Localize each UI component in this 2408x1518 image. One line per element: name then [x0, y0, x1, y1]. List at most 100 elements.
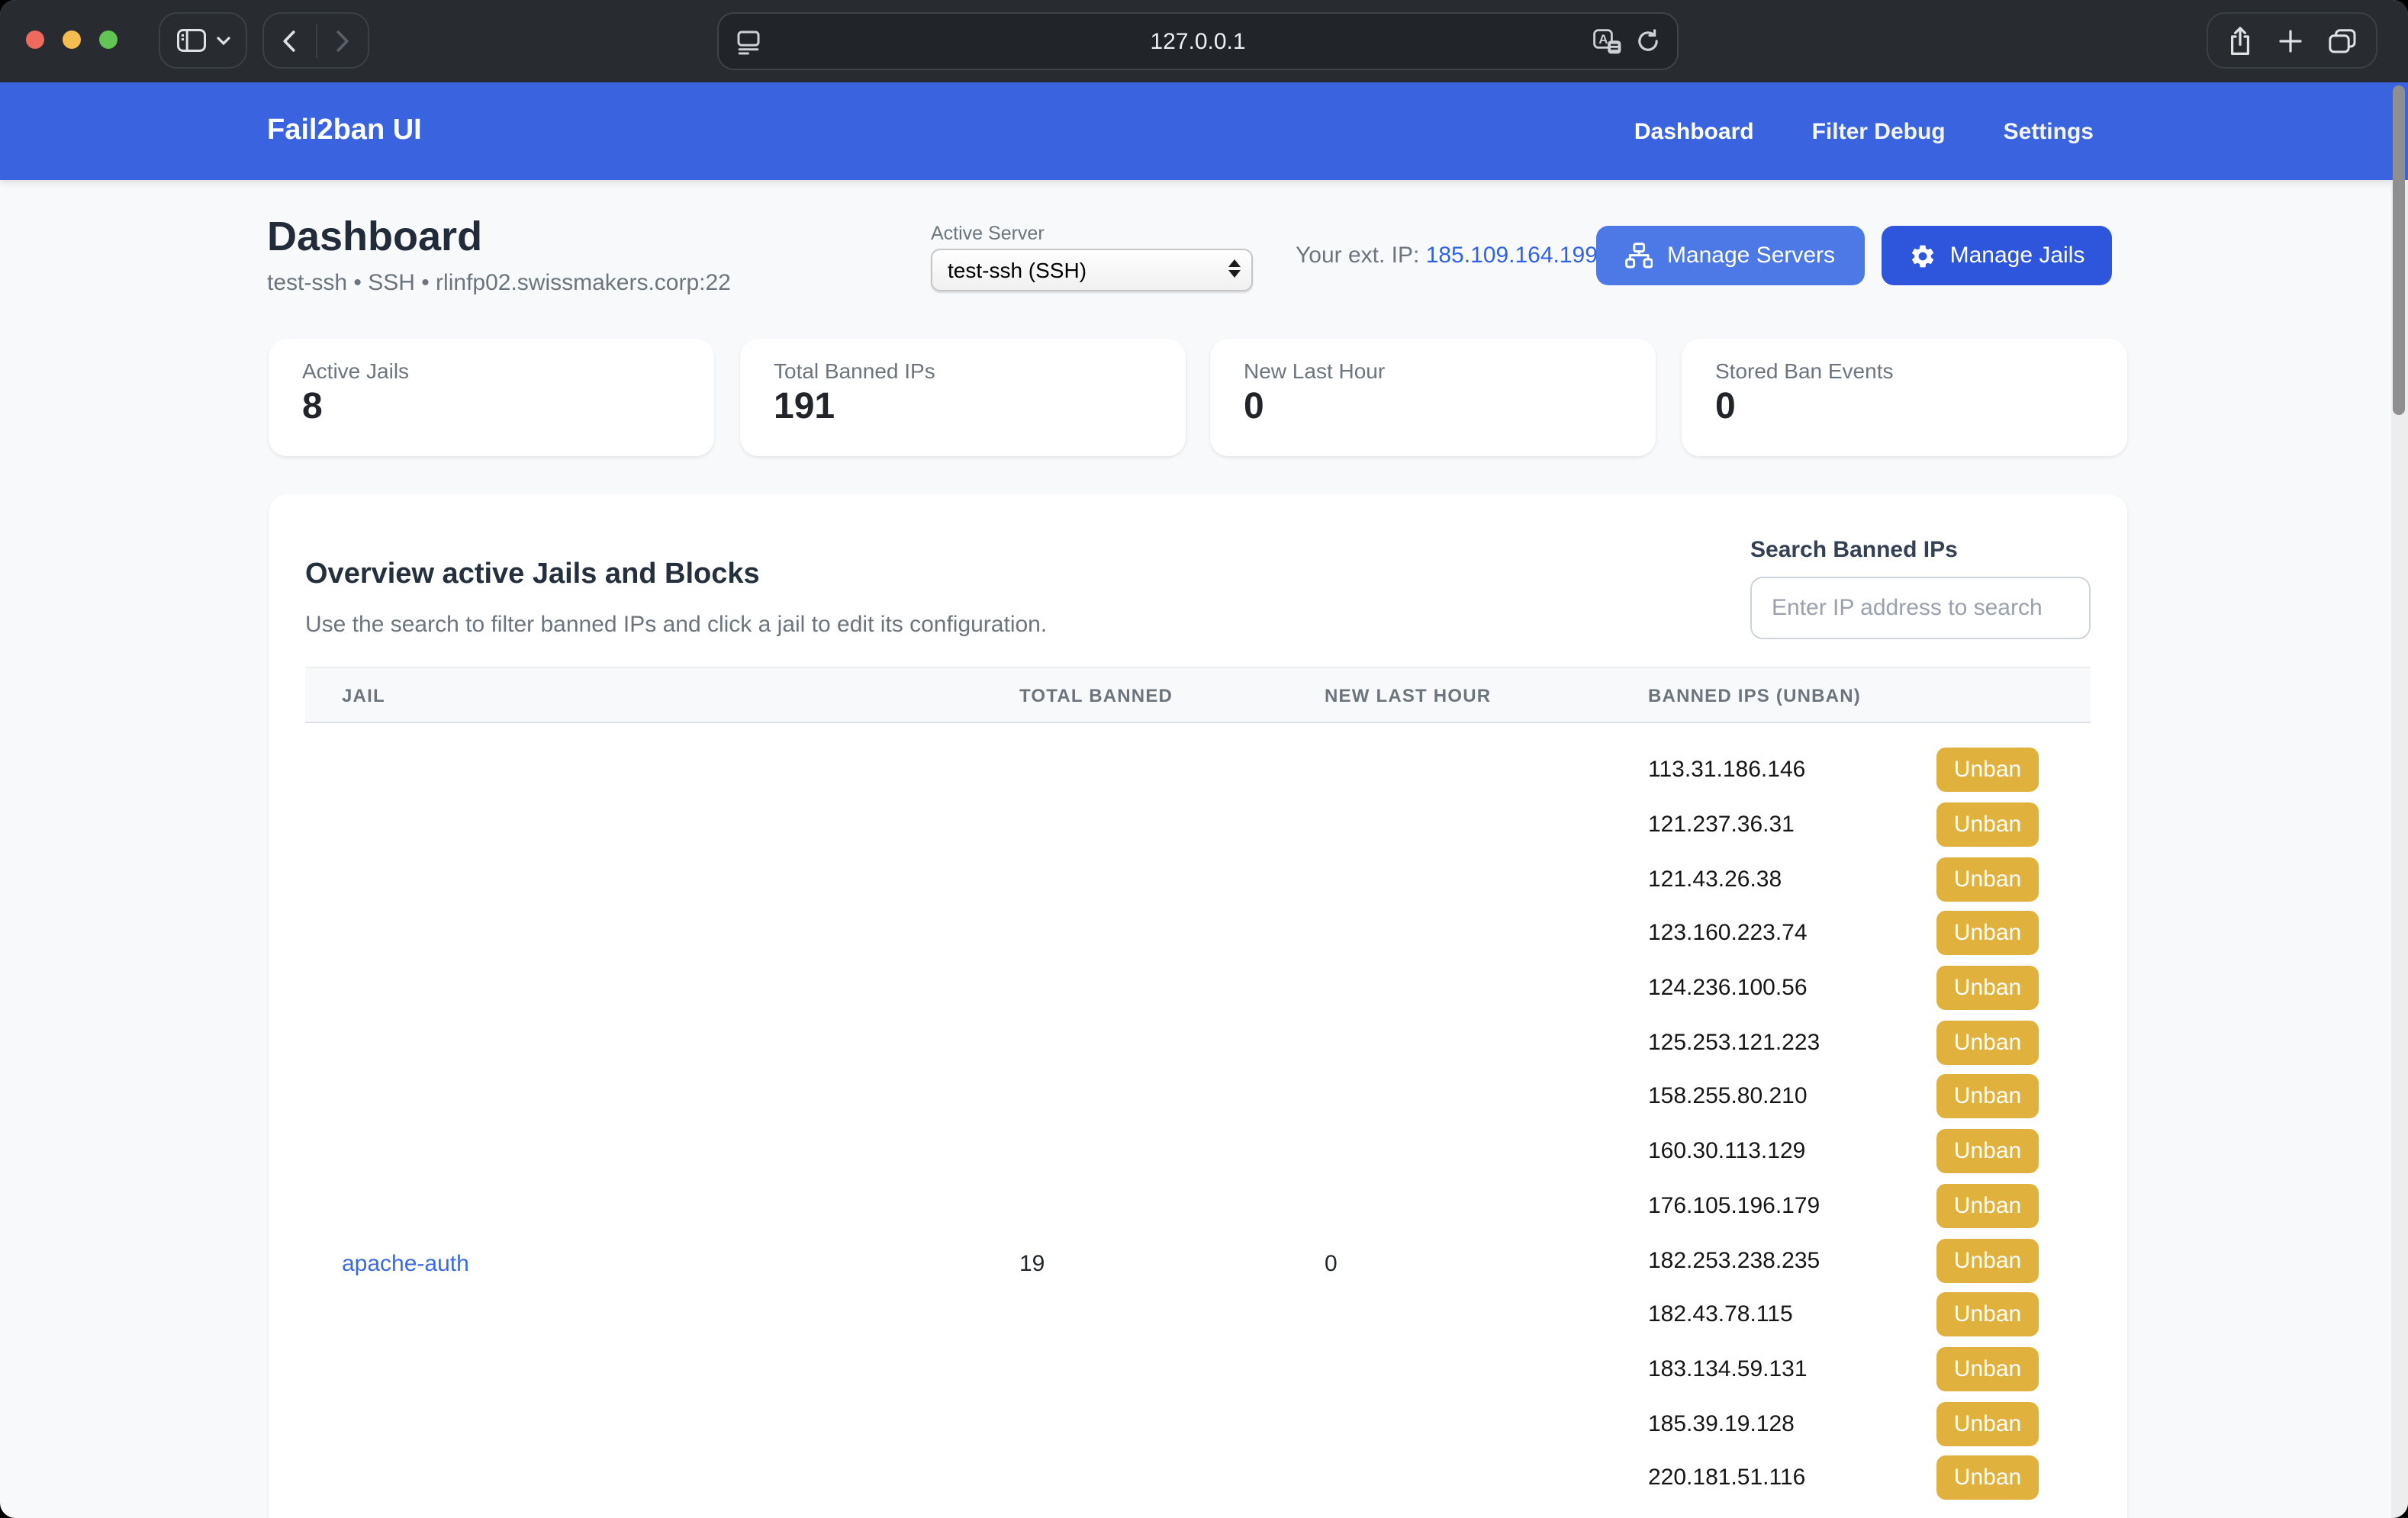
unban-button[interactable]: Unban [1936, 912, 2039, 956]
minimize-window-button[interactable] [63, 31, 81, 49]
banned-ip: 185.39.19.128 [1648, 1410, 1795, 1436]
banned-ip: 182.253.238.235 [1648, 1247, 1820, 1273]
nav-links: Dashboard Filter Debug Settings [1634, 82, 2094, 180]
scrollbar-thumb[interactable] [2393, 85, 2405, 415]
browser-window: 127.0.0.1 A [0, 0, 2408, 1518]
banned-ip: 121.43.26.38 [1648, 866, 1782, 892]
stat-label: Total Banned IPs [774, 359, 1152, 383]
new-tab-icon[interactable] [2278, 28, 2303, 53]
stat-card-active-jails: Active Jails 8 [269, 339, 714, 456]
external-ip: Your ext. IP: 185.109.164.199 [1296, 243, 1598, 269]
unban-button[interactable]: Unban [1936, 1021, 2039, 1065]
banned-ip: 220.181.51.116 [1648, 1465, 1805, 1491]
page-title: Dashboard [267, 214, 482, 261]
unban-button[interactable]: Unban [1936, 1401, 2039, 1446]
manage-servers-button[interactable]: Manage Servers [1596, 226, 1865, 285]
column-header-total-banned: TOTAL BANNED [983, 684, 1288, 706]
stat-label: Stored Ban Events [1715, 359, 2094, 383]
banned-ip-row: 183.134.59.131 Unban [1648, 1342, 2039, 1396]
active-server-select[interactable]: test-ssh (SSH) [931, 249, 1253, 291]
nav-link-filter-debug[interactable]: Filter Debug [1812, 118, 1946, 144]
forward-button[interactable] [317, 14, 368, 67]
external-ip-value[interactable]: 185.109.164.199 [1426, 243, 1598, 269]
banned-ip: 160.30.113.129 [1648, 1138, 1805, 1164]
toolbar-right-group [2207, 12, 2377, 69]
banned-ip: 121.237.36.31 [1648, 812, 1795, 838]
history-nav-group [262, 12, 369, 69]
chevron-down-icon [216, 36, 230, 45]
unban-button[interactable]: Unban [1936, 1347, 2039, 1391]
unban-button[interactable]: Unban [1936, 1184, 2039, 1228]
unban-button[interactable]: Unban [1936, 1292, 2039, 1336]
search-banned-ips-label: Search Banned IPs [1750, 537, 1958, 563]
banned-ip: 158.255.80.210 [1648, 1084, 1808, 1110]
close-window-button[interactable] [26, 31, 44, 49]
banned-ip-row: 182.253.238.235 Unban [1648, 1233, 2039, 1287]
unban-button[interactable]: Unban [1936, 1129, 2039, 1173]
search-input[interactable] [1750, 577, 2091, 639]
unban-button[interactable]: Unban [1936, 748, 2039, 793]
banned-ip: 125.253.121.223 [1648, 1030, 1820, 1056]
unban-button[interactable]: Unban [1936, 966, 2039, 1010]
nav-link-dashboard[interactable]: Dashboard [1634, 118, 1754, 144]
overview-description: Use the search to filter banned IPs and … [305, 612, 1047, 638]
manage-jails-button[interactable]: Manage Jails [1882, 226, 2112, 285]
address-bar[interactable]: 127.0.0.1 A [717, 12, 1679, 70]
brand-title[interactable]: Fail2ban UI [267, 114, 422, 148]
banned-ip-row: 123.160.223.74 Unban [1648, 906, 2039, 960]
url-text: 127.0.0.1 [719, 28, 1677, 54]
gear-icon [1909, 242, 1936, 269]
share-icon[interactable] [2228, 25, 2252, 56]
nav-link-settings[interactable]: Settings [2004, 118, 2094, 144]
banned-ip: 113.31.186.146 [1648, 757, 1805, 783]
new-last-hour-cell: 0 [1288, 1250, 1611, 1276]
table-header-row: JAIL TOTAL BANNED NEW LAST HOUR BANNED I… [305, 667, 2091, 723]
unban-button[interactable]: Unban [1936, 1075, 2039, 1119]
stat-card-total-banned: Total Banned IPs 191 [740, 339, 1186, 456]
banned-ip-row: 176.105.196.179 Unban [1648, 1179, 2039, 1233]
active-server-selected-value: test-ssh (SSH) [948, 258, 1086, 282]
banned-ip: 176.105.196.179 [1648, 1193, 1820, 1219]
banned-ip-row: 158.255.80.210 Unban [1648, 1069, 2039, 1124]
sidebar-icon [176, 29, 205, 52]
browser-chrome: 127.0.0.1 A [0, 0, 2408, 82]
translate-icon[interactable]: A [1593, 29, 1622, 55]
sidebar-toggle-button[interactable] [159, 12, 247, 69]
page-subtitle: test-ssh • SSH • rlinfp02.swissmakers.co… [267, 270, 731, 296]
stat-value: 191 [774, 386, 1152, 429]
jail-link[interactable]: apache-auth [342, 1250, 469, 1276]
stat-value: 0 [1244, 386, 1622, 429]
banned-ip: 182.43.78.115 [1648, 1301, 1793, 1327]
stat-label: Active Jails [302, 359, 681, 383]
banned-ip-row: 113.31.186.146 Unban [1648, 743, 2039, 797]
zoom-window-button[interactable] [99, 31, 118, 49]
banned-ip-row: 182.43.78.115 Unban [1648, 1288, 2039, 1342]
total-banned-cell: 19 [983, 1250, 1288, 1276]
reload-icon[interactable] [1636, 29, 1660, 55]
manage-servers-label: Manage Servers [1667, 243, 1835, 269]
banned-ip-row: 125.253.121.223 Unban [1648, 1015, 2039, 1069]
column-header-banned-ips: BANNED IPS (UNBAN) [1611, 684, 2091, 706]
overview-panel: Overview active Jails and Blocks Use the… [269, 494, 2127, 1518]
banned-ip-row: 121.43.26.38 Unban [1648, 852, 2039, 906]
banned-ip-row: 124.236.100.56 Unban [1648, 961, 2039, 1015]
stat-card-new-last-hour: New Last Hour 0 [1210, 339, 1656, 456]
app-navbar: Fail2ban UI Dashboard Filter Debug Setti… [0, 82, 2408, 180]
stat-card-stored-ban-events: Stored Ban Events 0 [1682, 339, 2127, 456]
overview-title: Overview active Jails and Blocks [305, 558, 760, 592]
banned-ip-row: 220.181.51.116 Unban [1648, 1451, 2039, 1505]
manage-jails-label: Manage Jails [1950, 243, 2085, 269]
back-button[interactable] [264, 14, 315, 67]
unban-button[interactable]: Unban [1936, 1456, 2039, 1500]
banned-ip-row: 160.30.113.129 Unban [1648, 1124, 2039, 1179]
active-server-label: Active Server [931, 223, 1045, 244]
select-stepper-icon [1228, 259, 1241, 278]
tab-overview-icon[interactable] [2329, 28, 2356, 53]
unban-button[interactable]: Unban [1936, 802, 2039, 847]
banned-ip: 183.134.59.131 [1648, 1356, 1808, 1382]
sitemap-icon [1626, 243, 1653, 269]
unban-button[interactable]: Unban [1936, 1238, 2039, 1282]
unban-button[interactable]: Unban [1936, 857, 2039, 901]
banned-ip: 124.236.100.56 [1648, 975, 1808, 1001]
jail-cell: apache-auth [305, 1250, 983, 1276]
